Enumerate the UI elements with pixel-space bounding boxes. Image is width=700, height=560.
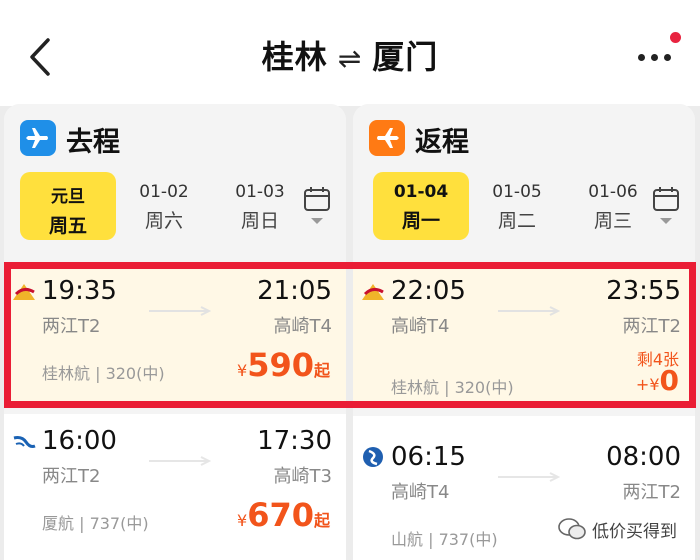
destination-city: 厦门 xyxy=(372,38,439,76)
airline-aircraft-info: 山航 | 737(中) xyxy=(391,530,498,549)
departure-time: 19:35 xyxy=(42,276,117,306)
arrival-airport: 两江T2 xyxy=(622,316,681,337)
wechat-icon xyxy=(558,518,586,540)
shandong-airlines-logo-icon xyxy=(363,447,383,467)
watermark: 低价买得到 xyxy=(558,514,677,544)
flight-direction-arrow xyxy=(498,306,561,316)
origin-city: 桂林 xyxy=(261,38,328,76)
airline-aircraft-info: 厦航 | 737(中) xyxy=(42,514,149,533)
outbound-title: 去程 xyxy=(66,127,120,158)
route-title: 桂林 ⇌ 厦门 xyxy=(0,32,700,78)
xiamen-airlines-logo-icon xyxy=(13,436,36,448)
outbound-panel: 去程 元旦 周五 01-02 周六 01-03 周日 19:35 21:05 两… xyxy=(4,104,346,560)
arrival-airport: 高崎T3 xyxy=(273,466,332,487)
flight-price: ¥590起 xyxy=(237,346,330,384)
return-title: 返程 xyxy=(415,127,469,158)
departure-plane-icon xyxy=(20,120,56,156)
flight-card[interactable]: 16:00 17:30 两江T2 高崎T3 厦航 | 737(中) ¥670起 xyxy=(4,414,346,560)
date-tab[interactable]: 01-02 周六 xyxy=(116,172,212,240)
return-plane-icon xyxy=(369,120,405,156)
departure-airport: 两江T2 xyxy=(42,466,101,487)
date-tab[interactable]: 01-06 周三 xyxy=(565,172,661,240)
outbound-header: 去程 元旦 周五 01-02 周六 01-03 周日 xyxy=(4,104,346,252)
departure-time: 06:15 xyxy=(391,442,466,472)
more-dot xyxy=(638,54,645,61)
return-date-strip: 01-04 周一 01-05 周二 01-06 周三 xyxy=(369,172,689,240)
arrival-airport: 高崎T4 xyxy=(273,316,332,337)
date-tab[interactable]: 01-04 周一 xyxy=(373,172,469,240)
arrival-time: 17:30 xyxy=(257,426,332,456)
arrival-time: 08:00 xyxy=(606,442,681,472)
arrival-airport: 两江T2 xyxy=(622,482,681,503)
arrival-time: 21:05 xyxy=(257,276,332,306)
date-tab[interactable]: 元旦 周五 xyxy=(20,172,116,240)
flight-card[interactable]: 22:05 23:55 高崎T4 两江T2 剩4张 桂林航 | 320(中) +… xyxy=(353,262,695,408)
flight-price: ¥670起 xyxy=(237,496,330,534)
flight-direction-arrow xyxy=(149,306,212,316)
calendar-icon[interactable] xyxy=(651,184,681,228)
departure-airport: 两江T2 xyxy=(42,316,101,337)
flight-direction-arrow xyxy=(149,456,212,466)
departure-airport: 高崎T4 xyxy=(391,482,450,503)
departure-time: 22:05 xyxy=(391,276,466,306)
calendar-icon[interactable] xyxy=(302,184,332,228)
notification-dot xyxy=(670,32,681,43)
flight-card[interactable]: 19:35 21:05 两江T2 高崎T4 桂林航 | 320(中) ¥590起 xyxy=(4,262,346,408)
watermark-text: 低价买得到 xyxy=(592,521,677,542)
date-tab[interactable]: 01-05 周二 xyxy=(469,172,565,240)
return-panel: 返程 01-04 周一 01-05 周二 01-06 周三 22:05 23:5… xyxy=(353,104,695,560)
more-menu-icon[interactable] xyxy=(636,32,681,74)
more-dot xyxy=(651,54,658,61)
outbound-date-strip: 元旦 周五 01-02 周六 01-03 周日 xyxy=(20,172,340,240)
airline-aircraft-info: 桂林航 | 320(中) xyxy=(391,378,514,397)
departure-airport: 高崎T4 xyxy=(391,316,450,337)
more-dot xyxy=(664,54,671,61)
return-header: 返程 01-04 周一 01-05 周二 01-06 周三 xyxy=(353,104,695,252)
flight-price: +¥0 xyxy=(635,364,679,397)
departure-time: 16:00 xyxy=(42,426,117,456)
date-tab[interactable]: 01-03 周日 xyxy=(212,172,308,240)
top-bar: 桂林 ⇌ 厦门 xyxy=(0,0,700,106)
airline-aircraft-info: 桂林航 | 320(中) xyxy=(42,364,165,383)
swap-icon[interactable]: ⇌ xyxy=(338,42,362,75)
guilin-airlines-logo-icon xyxy=(362,284,384,300)
guilin-airlines-logo-icon xyxy=(13,284,35,300)
arrival-time: 23:55 xyxy=(606,276,681,306)
flight-direction-arrow xyxy=(498,472,561,482)
